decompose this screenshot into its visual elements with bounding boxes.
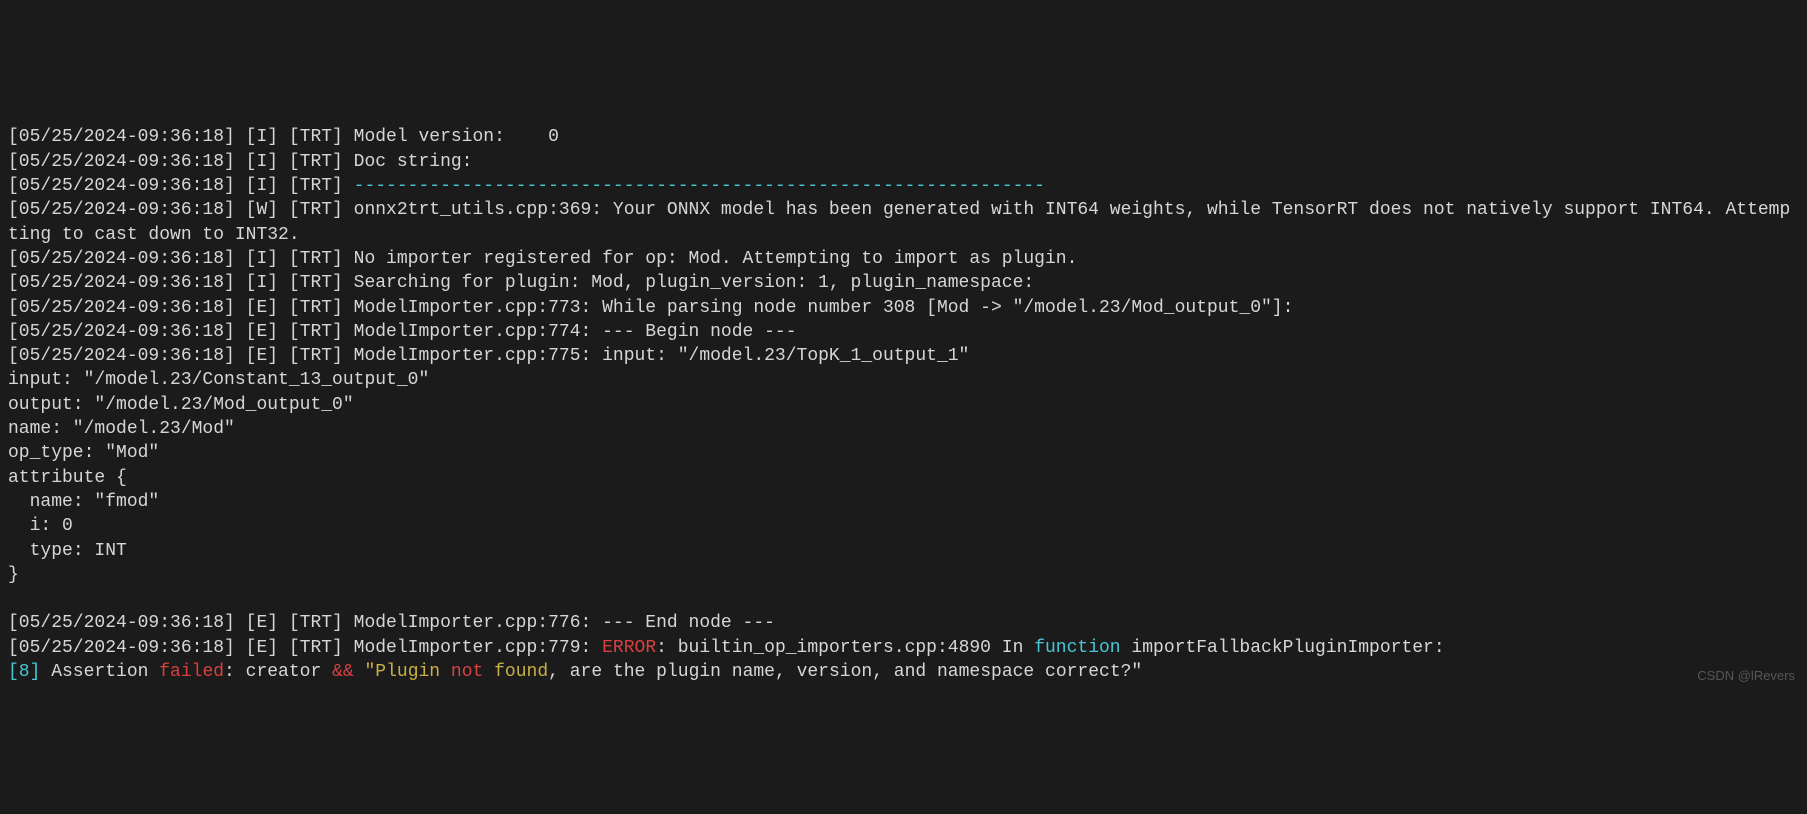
log-line: [05/25/2024-09:36:18] [I] [TRT] Model ve…	[8, 125, 1799, 149]
log-line: [05/25/2024-09:36:18] [E] [TRT] ModelImp…	[8, 320, 1799, 344]
log-line: [05/25/2024-09:36:18] [E] [TRT] ModelImp…	[8, 296, 1799, 320]
log-line: }	[8, 563, 1799, 587]
log-line: op_type: "Mod"	[8, 441, 1799, 465]
log-line: [05/25/2024-09:36:18] [I] [TRT] No impor…	[8, 247, 1799, 271]
terminal-output[interactable]: [05/25/2024-09:36:18] [I] [TRT] Model ve…	[0, 121, 1807, 692]
log-line: [8] Assertion failed: creator && "Plugin…	[8, 660, 1799, 684]
log-line	[8, 587, 1799, 611]
log-line: attribute {	[8, 466, 1799, 490]
log-line: [05/25/2024-09:36:18] [W] [TRT] onnx2trt…	[8, 198, 1799, 247]
log-line: name: "/model.23/Mod"	[8, 417, 1799, 441]
log-line: [05/25/2024-09:36:18] [E] [TRT] ModelImp…	[8, 344, 1799, 368]
log-line: [05/25/2024-09:36:18] [I] [TRT] Doc stri…	[8, 150, 1799, 174]
log-line: name: "fmod"	[8, 490, 1799, 514]
log-line: [05/25/2024-09:36:18] [E] [TRT] ModelImp…	[8, 636, 1799, 660]
log-line: input: "/model.23/Constant_13_output_0"	[8, 368, 1799, 392]
log-line: i: 0	[8, 514, 1799, 538]
log-line: [05/25/2024-09:36:18] [I] [TRT] --------…	[8, 174, 1799, 198]
log-line: [05/25/2024-09:36:18] [E] [TRT] ModelImp…	[8, 611, 1799, 635]
log-line: output: "/model.23/Mod_output_0"	[8, 393, 1799, 417]
log-line: [05/25/2024-09:36:18] [I] [TRT] Searchin…	[8, 271, 1799, 295]
log-line: type: INT	[8, 539, 1799, 563]
watermark: CSDN @lRevers	[1697, 667, 1795, 685]
